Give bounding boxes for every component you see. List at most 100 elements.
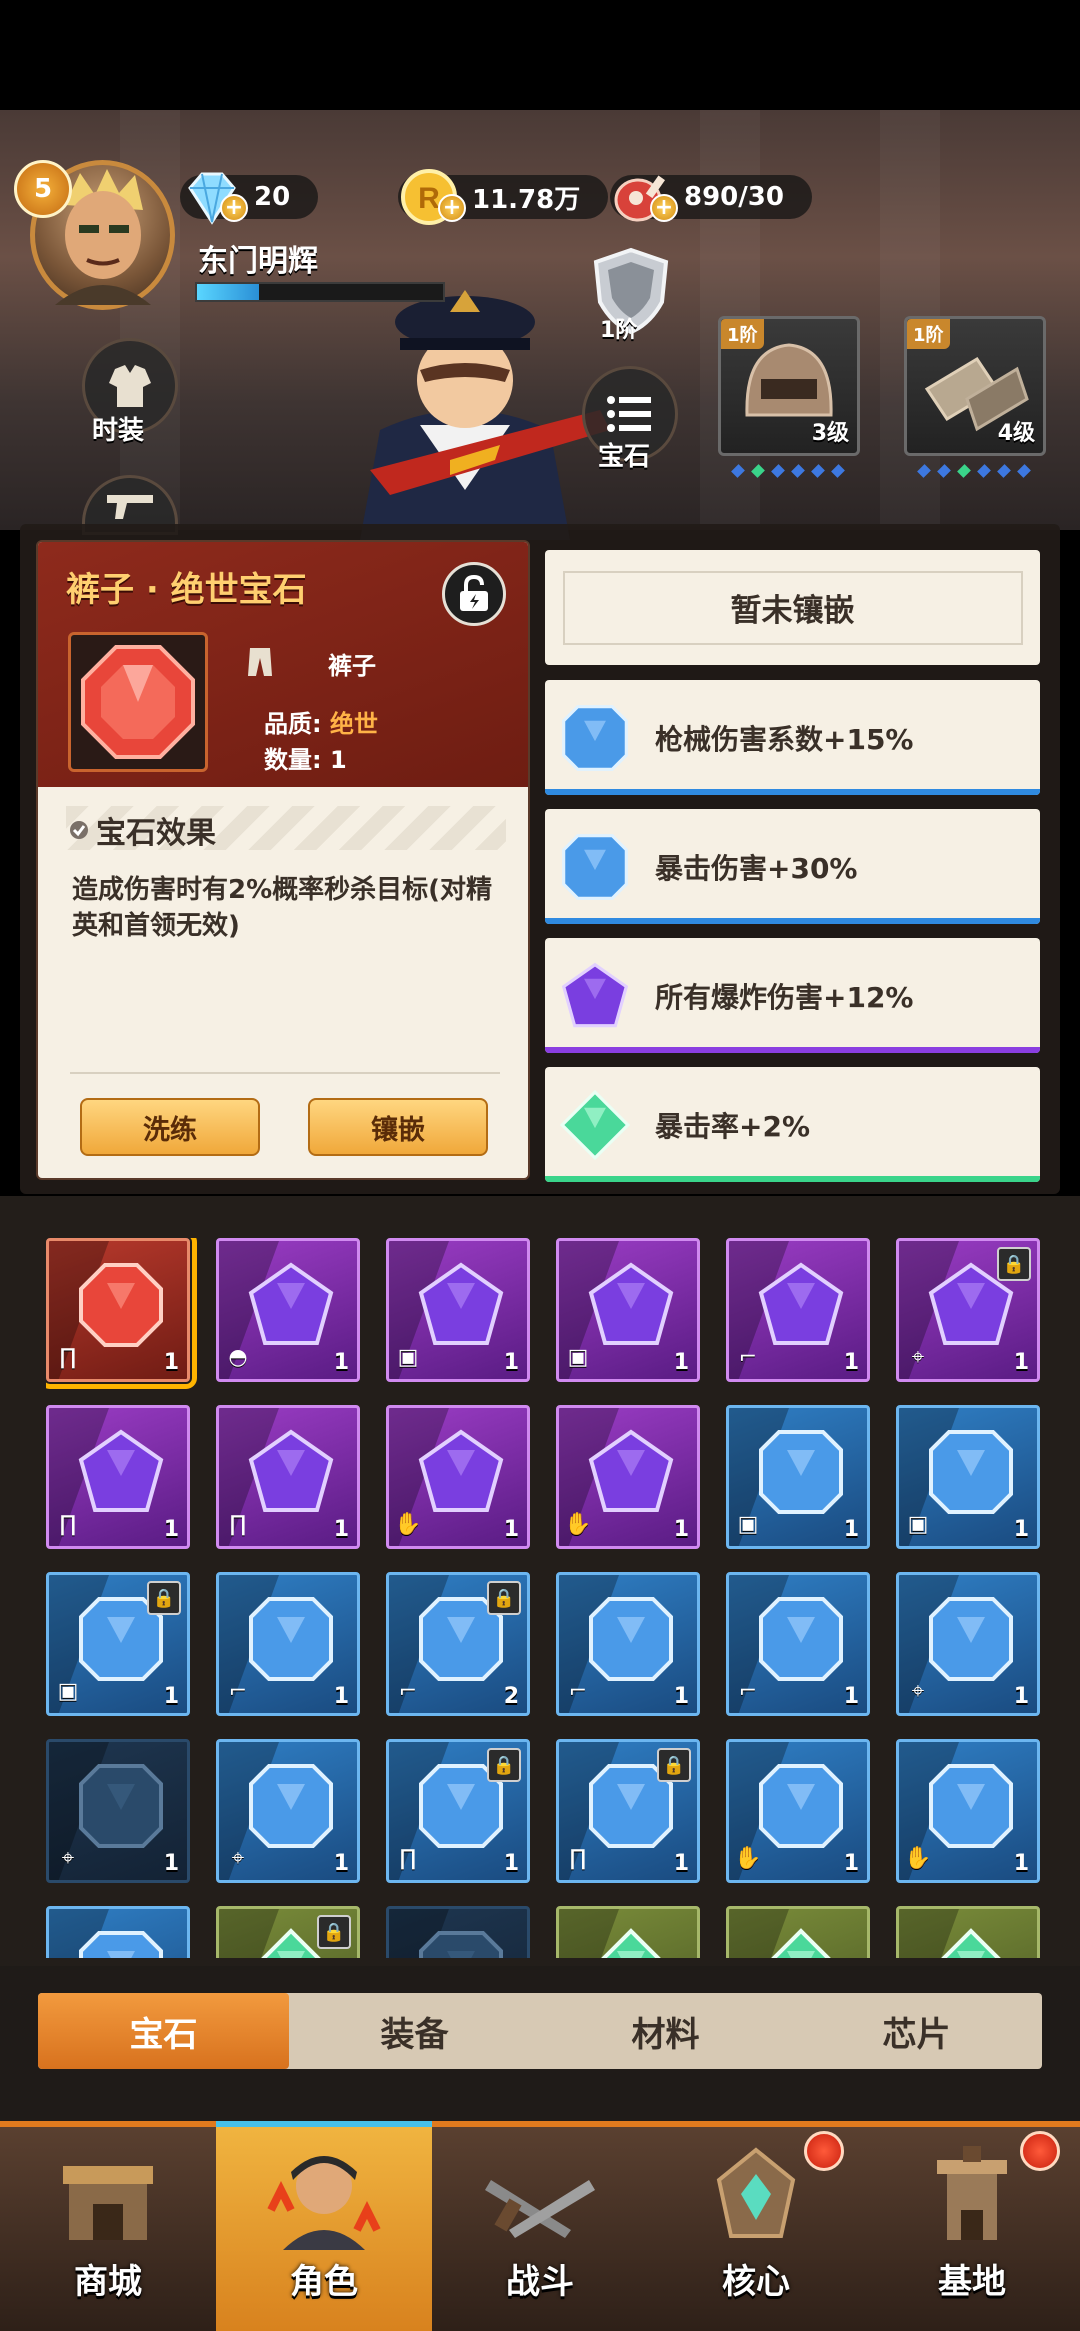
gem-inventory-cell[interactable]: ▣ 1 bbox=[386, 1238, 530, 1382]
gem-inventory-cell[interactable]: ▣ 1 bbox=[556, 1238, 700, 1382]
diamond-resource[interactable]: 20 + bbox=[180, 172, 319, 225]
tab-gem[interactable]: 宝石 bbox=[38, 1993, 289, 2069]
gem-count-label: 1 bbox=[1013, 1684, 1029, 1709]
nav-core[interactable]: 核心 bbox=[648, 2127, 864, 2331]
gem-inventory-cell[interactable] bbox=[726, 1906, 870, 1958]
gem-inventory-cell[interactable]: ∏ 1 bbox=[46, 1405, 190, 1549]
lock-toggle-button[interactable] bbox=[442, 562, 506, 626]
gem-inventory-cell[interactable]: ⌐ 2 🔒 bbox=[386, 1572, 530, 1716]
blue-square-gem-icon bbox=[562, 834, 628, 900]
inlay-stat-row[interactable]: 所有爆炸伤害+12% bbox=[545, 938, 1040, 1053]
nav-character[interactable]: 角色 bbox=[216, 2121, 432, 2331]
gem-count-label: 1 bbox=[673, 1350, 689, 1375]
gem-inventory-cell[interactable]: ∏ 1 bbox=[46, 1238, 197, 1389]
armor-icon: ▣ bbox=[567, 1345, 589, 1370]
inlay-stat-row[interactable]: 暴击率+2% bbox=[545, 1067, 1040, 1182]
pants-icon bbox=[248, 648, 272, 676]
gold-resource[interactable]: 11.78万 R + bbox=[398, 169, 609, 225]
add-diamond-button[interactable]: + bbox=[220, 194, 248, 222]
nav-shop[interactable]: 商城 bbox=[0, 2127, 216, 2331]
equipment-tier-label: 1阶 bbox=[721, 319, 764, 349]
gem-count-label: 1 bbox=[333, 1350, 349, 1375]
inlay-stat-text: 暴击伤害+30% bbox=[655, 852, 858, 885]
meat-resource[interactable]: 890/30 + bbox=[610, 172, 812, 222]
tab-material[interactable]: 材料 bbox=[540, 1993, 791, 2069]
gem-count-label: 1 bbox=[163, 1350, 179, 1375]
gem-count-label: 1 bbox=[843, 1684, 859, 1709]
gem-inventory-cell[interactable]: ✋ 1 bbox=[556, 1405, 700, 1549]
gem-inventory-cell[interactable]: ⌐ 1 bbox=[216, 1572, 360, 1716]
add-meat-button[interactable]: + bbox=[650, 194, 678, 222]
inlay-stat-row[interactable]: 枪械伤害系数+15% bbox=[545, 680, 1040, 795]
gem-inventory-cell[interactable]: ⌖ 1 🔒 bbox=[896, 1238, 1040, 1382]
inlay-stat-text: 暴击率+2% bbox=[655, 1110, 810, 1143]
gem-inventory-cell[interactable]: ⌖ 1 bbox=[46, 1739, 190, 1883]
gem-count-label: 1 bbox=[673, 1517, 689, 1542]
armor-icon: ▣ bbox=[907, 1512, 929, 1537]
gem-count-label: 1 bbox=[333, 1684, 349, 1709]
gem-inventory-cell[interactable]: ✋ 1 bbox=[726, 1739, 870, 1883]
lock-icon: 🔒 bbox=[487, 1581, 521, 1615]
pants-icon: ∏ bbox=[569, 1846, 587, 1871]
inlay-button[interactable]: 镶嵌 bbox=[308, 1098, 488, 1156]
gun-icon: ⌖ bbox=[911, 1679, 925, 1704]
inlay-stat-color-bar bbox=[545, 918, 1040, 924]
nav-base[interactable]: 基地 bbox=[864, 2127, 1080, 2331]
purple-pentagon-gem-icon bbox=[758, 1262, 844, 1345]
quality-value: 绝世 bbox=[329, 710, 378, 738]
nav-label: 基地 bbox=[938, 2262, 1006, 2302]
gem-inventory-cell[interactable] bbox=[556, 1906, 700, 1958]
gem-count-label: 1 bbox=[673, 1684, 689, 1709]
red-octagon-gem-icon bbox=[81, 645, 195, 759]
empty-inlay-slot[interactable]: 暂未镶嵌 bbox=[545, 550, 1040, 665]
gem-inventory-cell[interactable] bbox=[46, 1906, 190, 1958]
gem-inventory-cell[interactable]: ◓ 1 bbox=[216, 1238, 360, 1382]
gem-count-label: 1 bbox=[503, 1517, 519, 1542]
check-circle-icon bbox=[70, 821, 88, 839]
gem-inventory-cell[interactable] bbox=[386, 1906, 530, 1958]
gem-inventory-cell[interactable]: ⌖ 1 bbox=[896, 1572, 1040, 1716]
lock-icon: 🔒 bbox=[657, 1748, 691, 1782]
glove-icon: ✋ bbox=[734, 1846, 762, 1871]
inlay-stat-row[interactable]: 暴击伤害+30% bbox=[545, 809, 1040, 924]
gem-inventory-cell[interactable]: ⌐ 1 bbox=[556, 1572, 700, 1716]
selected-gem-image bbox=[68, 632, 208, 772]
gem-inventory-cell[interactable]: ▣ 1 bbox=[726, 1405, 870, 1549]
gem-inventory-cell[interactable]: ∏ 1 🔒 bbox=[386, 1739, 530, 1883]
outfit-icon bbox=[109, 365, 151, 407]
equipment-tier-label: 1阶 bbox=[907, 319, 950, 349]
effect-title-text: 宝石效果 bbox=[96, 816, 216, 851]
gem-inventory-cell[interactable]: ∏ 1 bbox=[216, 1405, 360, 1549]
green-diamond-gem-icon bbox=[601, 1928, 661, 1958]
inlay-stat-color-bar bbox=[545, 789, 1040, 795]
tab-equipment[interactable]: 装备 bbox=[289, 1993, 540, 2069]
gem-inventory-cell[interactable]: ▣ 1 🔒 bbox=[46, 1572, 190, 1716]
purple-pentagon-gem-icon bbox=[418, 1429, 504, 1512]
blue-square-gem-icon bbox=[79, 1764, 163, 1848]
gem-inventory-cell[interactable]: ∏ 1 🔒 bbox=[556, 1739, 700, 1883]
armor-icon: ▣ bbox=[737, 1512, 759, 1537]
gem-inventory-cell[interactable]: ✋ 1 bbox=[896, 1739, 1040, 1883]
nav-label: 战斗 bbox=[506, 2262, 574, 2302]
equipment-slot-gauntlet[interactable]: 1阶 4级 bbox=[904, 316, 1046, 456]
tab-chip[interactable]: 芯片 bbox=[791, 1993, 1042, 2069]
gem-inventory-cell[interactable]: ⌐ 1 bbox=[726, 1572, 870, 1716]
gem-inventory-cell[interactable]: ⌐ 1 bbox=[726, 1238, 870, 1382]
gem-inventory-cell[interactable]: ⌖ 1 bbox=[216, 1739, 360, 1883]
shop-building-icon bbox=[63, 2166, 153, 2240]
gem-count-label: 1 bbox=[843, 1851, 859, 1876]
purple-pentagon-gem-icon bbox=[561, 962, 629, 1028]
gem-inventory-cell[interactable]: 🔒 bbox=[216, 1906, 360, 1958]
lock-icon: 🔒 bbox=[147, 1581, 181, 1615]
add-gold-button[interactable]: + bbox=[438, 194, 466, 222]
blue-square-gem-icon bbox=[562, 705, 628, 771]
nav-battle[interactable]: 战斗 bbox=[432, 2127, 648, 2331]
nav-label: 核心 bbox=[722, 2262, 790, 2302]
gem-inventory-cell[interactable] bbox=[896, 1906, 1040, 1958]
refine-button[interactable]: 洗练 bbox=[80, 1098, 260, 1156]
equipment-slot-helmet[interactable]: 1阶 3级 bbox=[718, 316, 860, 456]
purple-pentagon-gem-icon bbox=[588, 1262, 674, 1345]
gem-inventory-cell[interactable]: ▣ 1 bbox=[896, 1405, 1040, 1549]
gem-inventory-cell[interactable]: ✋ 1 bbox=[386, 1405, 530, 1549]
blue-square-gem-icon bbox=[929, 1764, 1013, 1848]
